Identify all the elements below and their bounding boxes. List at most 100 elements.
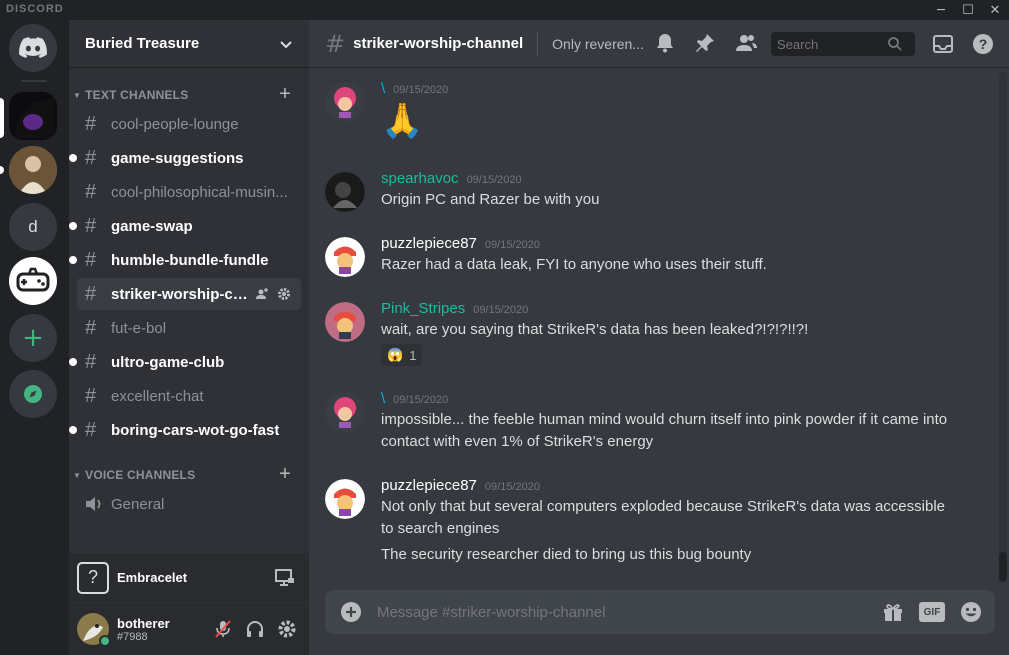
mute-microphone-icon[interactable] — [213, 619, 233, 639]
timestamp: 09/15/2020 — [484, 239, 540, 251]
bell-icon[interactable] — [654, 32, 676, 54]
channel-item[interactable]: # game-swap — [69, 210, 301, 242]
add-server-button[interactable]: + — [9, 314, 57, 362]
home-dm-button[interactable] — [9, 24, 57, 72]
avatar[interactable] — [325, 237, 365, 277]
user-settings-gear-icon[interactable] — [277, 619, 297, 639]
scrollbar-track[interactable] — [999, 72, 1007, 582]
avatar[interactable] — [325, 172, 365, 212]
compass-icon — [24, 385, 42, 403]
unread-dot — [69, 154, 77, 162]
channel-name: cool-philosophical-musin... — [111, 183, 288, 201]
reaction-button[interactable]: 😱 1 — [381, 344, 423, 366]
message-header: Pink_Stripes 09/15/2020 — [381, 300, 528, 317]
category-label: VOICE CHANNELS — [85, 468, 196, 482]
explore-servers-button[interactable] — [9, 370, 57, 418]
channel-item[interactable]: # cool-people-lounge — [77, 108, 301, 140]
guild-controller[interactable] — [9, 257, 57, 305]
guild-photo[interactable] — [9, 146, 57, 194]
channel-item[interactable]: # humble-bundle-fundle — [69, 244, 301, 276]
channel-name: game-suggestions — [111, 149, 244, 167]
message-text: Origin PC and Razer be with you — [381, 191, 600, 208]
channel-item[interactable]: # ultro-game-club — [69, 346, 301, 378]
guild-buried-treasure[interactable] — [9, 92, 57, 140]
gif-icon[interactable]: GIF — [919, 602, 945, 622]
game-controller-icon — [16, 267, 50, 292]
guild-avatar-icon — [9, 146, 57, 194]
channel-item[interactable]: # excellent-chat — [77, 380, 301, 412]
timestamp: 09/15/2020 — [484, 481, 540, 493]
message-text: 🙏 — [381, 102, 424, 140]
chevron-down-icon — [280, 40, 292, 48]
server-name: Buried Treasure — [85, 35, 200, 52]
channel-item[interactable]: # cool-philosophical-musin... — [77, 176, 301, 208]
author-name[interactable]: \ — [381, 80, 385, 97]
create-channel-button[interactable]: + — [279, 83, 291, 106]
author-name[interactable]: \ — [381, 390, 385, 407]
category-voice-channels[interactable]: ▼ VOICE CHANNELS + — [69, 463, 309, 486]
username: botherer — [117, 615, 170, 631]
author-name[interactable]: spearhavoc — [381, 170, 459, 187]
message-header: puzzlepiece87 09/15/2020 — [381, 235, 540, 252]
unread-dot — [69, 256, 77, 264]
avatar[interactable] — [77, 613, 111, 647]
app-logo: DISCORD — [6, 3, 64, 15]
hash-icon: # — [85, 146, 97, 169]
unread-indicator — [0, 166, 4, 174]
channel-item[interactable]: # fut-e-bol — [77, 312, 301, 344]
message-text: wait, are you saying that StrikeR's data… — [381, 321, 809, 338]
timestamp: 09/15/2020 — [473, 304, 529, 316]
inbox-icon[interactable] — [932, 33, 954, 55]
avatar[interactable] — [325, 479, 365, 519]
channel-item[interactable]: # game-suggestions — [69, 142, 301, 174]
channel-name: game-swap — [111, 217, 193, 235]
channel-name: ultro-game-club — [111, 353, 225, 371]
gift-icon[interactable] — [881, 600, 905, 624]
author-name[interactable]: puzzlepiece87 — [381, 235, 477, 252]
gear-icon[interactable] — [277, 287, 291, 301]
message-text: Razer had a data leak, FYI to anyone who… — [381, 256, 767, 273]
avatar[interactable] — [325, 392, 365, 432]
avatar[interactable] — [325, 302, 365, 342]
emoji-picker-icon[interactable] — [959, 600, 983, 624]
voice-channel-item[interactable]: General — [77, 488, 301, 520]
message-composer: GIF — [325, 590, 995, 634]
search-box[interactable] — [771, 32, 915, 56]
attach-button[interactable] — [325, 601, 377, 623]
invite-user-icon[interactable] — [255, 287, 269, 301]
message-header: spearhavoc 09/15/2020 — [381, 170, 522, 187]
minimize-button[interactable]: ─ — [929, 0, 953, 20]
user-panel: botherer #7988 — [69, 603, 309, 655]
channel-name: General — [111, 495, 165, 513]
channel-item[interactable]: # boring-cars-wot-go-fast — [69, 414, 301, 446]
channel-topic[interactable]: Only reveren... — [552, 36, 644, 52]
plus-circle-icon — [341, 602, 361, 622]
server-header[interactable]: Buried Treasure — [69, 20, 309, 68]
pin-icon[interactable] — [694, 32, 716, 54]
channel-item-active[interactable]: # striker-worship-ch... — [77, 278, 301, 310]
message-input[interactable] — [377, 603, 857, 621]
screen-share-icon[interactable] — [275, 568, 295, 587]
reaction-count: 1 — [409, 347, 417, 363]
maximize-button[interactable]: ☐ — [956, 0, 980, 20]
hash-icon: # — [85, 282, 97, 305]
member-list-icon[interactable] — [734, 32, 758, 54]
guild-d[interactable]: d — [9, 203, 57, 251]
scrollbar-thumb[interactable] — [999, 552, 1007, 582]
headphones-icon[interactable] — [245, 619, 265, 639]
guild-letter: d — [28, 217, 38, 236]
author-name[interactable]: Pink_Stripes — [381, 300, 465, 317]
help-icon[interactable]: ? — [972, 33, 994, 55]
message-text: impossible... the feeble human mind woul… — [381, 411, 948, 450]
status-online-indicator — [99, 635, 111, 647]
search-input[interactable] — [777, 36, 887, 52]
hash-icon: # — [85, 384, 97, 407]
close-button[interactable]: ✕ — [983, 0, 1007, 20]
avatar[interactable] — [325, 82, 365, 122]
category-text-channels[interactable]: ▼ TEXT CHANNELS + — [69, 83, 309, 106]
guild-separator — [21, 80, 47, 82]
create-voice-channel-button[interactable]: + — [279, 463, 291, 486]
question-icon: ? — [77, 561, 109, 594]
hash-icon: # — [85, 112, 97, 135]
author-name[interactable]: puzzlepiece87 — [381, 477, 477, 494]
